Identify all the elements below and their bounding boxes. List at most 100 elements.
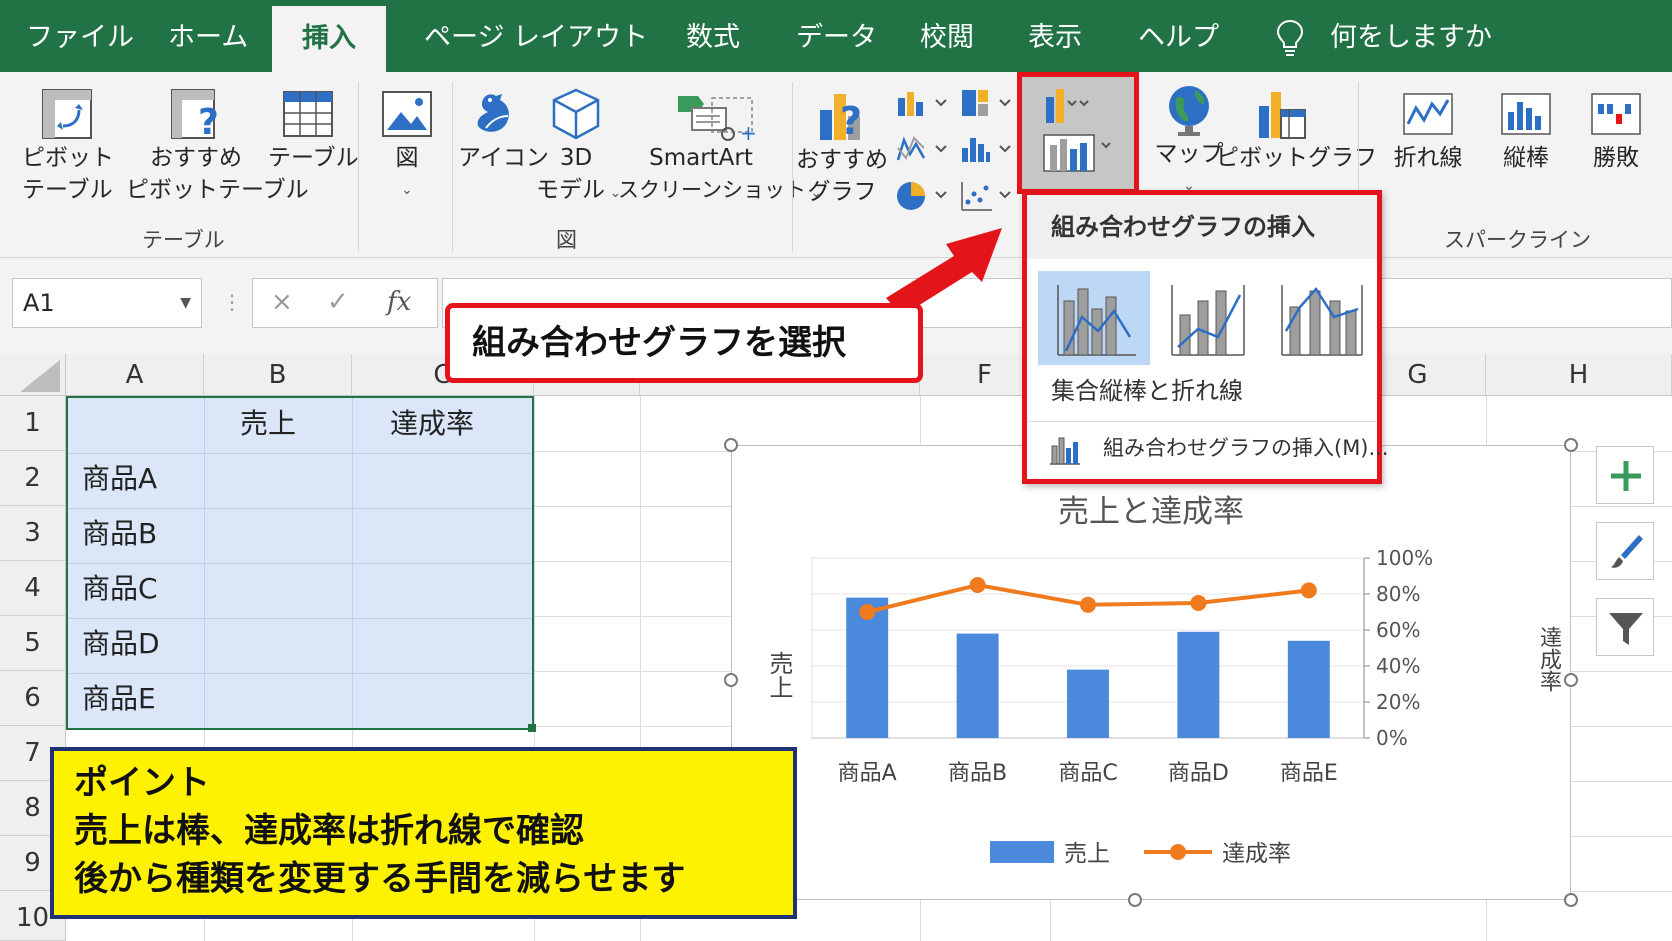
table-label: テーブル	[268, 145, 359, 171]
table-button[interactable]: テーブル	[268, 86, 359, 174]
combo-chart-icon	[1043, 89, 1111, 172]
name-box-dropdown-icon[interactable]: ▼	[180, 279, 191, 327]
screenshot-button[interactable]: スクリーンショット ⌄	[618, 174, 822, 209]
combo-option-clustered-column-line[interactable]	[1038, 271, 1150, 365]
pivot-table-label-1: ピボット	[22, 145, 114, 171]
hierarchy-chart-icon[interactable]	[960, 88, 1016, 118]
sparkline-winloss-button[interactable]: 勝敗	[1574, 86, 1658, 174]
combo-stacked-area-column-icon	[1281, 285, 1363, 356]
formula-buttons: × ✓ fx	[252, 278, 438, 328]
combo-chart[interactable]: 商品A 商品B 商品C 商品D 商品E 0% 20% 40% 60% 80% 100% 売上と達成…	[731, 445, 1571, 900]
cell-a5[interactable]: 商品D	[82, 616, 160, 671]
combo-chart-button[interactable]	[1017, 72, 1139, 194]
resize-handle[interactable]	[724, 673, 738, 687]
column-header-a[interactable]: A	[66, 354, 204, 396]
cell-a2[interactable]: 商品A	[82, 451, 157, 506]
row-header-3[interactable]: 3	[0, 506, 66, 561]
cell-a3[interactable]: 商品B	[82, 506, 157, 561]
enter-icon[interactable]: ✓	[327, 287, 349, 317]
pivot-table-button[interactable]: ピボット テーブル	[22, 86, 114, 206]
tab-view[interactable]: 表示	[1028, 0, 1082, 72]
tab-page-layout[interactable]: ページ レイアウト	[424, 0, 648, 72]
legend-label-rate[interactable]: 達成率	[1222, 834, 1291, 868]
3d-model-label-2: モデル ⌄	[536, 174, 621, 209]
line-chart-icon[interactable]	[896, 134, 952, 164]
tab-review[interactable]: 校閲	[920, 0, 974, 72]
select-all-corner[interactable]	[0, 354, 66, 396]
fill-handle[interactable]	[528, 724, 536, 732]
tab-file[interactable]: ファイル	[26, 0, 134, 72]
tab-home[interactable]: ホーム	[168, 0, 248, 72]
recommended-charts-label-2: グラフ	[807, 179, 877, 205]
cell-a4[interactable]: 商品C	[82, 561, 158, 616]
ribbon-separator	[452, 82, 453, 252]
resize-handle[interactable]	[1564, 438, 1578, 452]
chart-y-axis-title[interactable]: 売上	[762, 651, 797, 699]
chart-title[interactable]: 売上と達成率	[732, 486, 1570, 531]
row-header-5[interactable]: 5	[0, 616, 66, 671]
resize-handle[interactable]	[1564, 893, 1578, 907]
recommended-pivot-button[interactable]: ? おすすめ ピボットテーブル	[126, 86, 309, 206]
chart-y2-tick-label: 100%	[1376, 546, 1433, 570]
row-header-4[interactable]: 4	[0, 561, 66, 616]
resize-handle[interactable]	[1564, 673, 1578, 687]
chart-y2-tick-label: 40%	[1376, 654, 1420, 678]
more-combo-charts-item[interactable]: 組み合わせグラフの挿入(M)...	[1027, 421, 1389, 479]
cell-b1[interactable]: 売上	[240, 396, 296, 451]
chart-y2-axis-title[interactable]: 達成率	[1532, 626, 1564, 692]
cancel-icon[interactable]: ×	[271, 287, 293, 317]
sparkline-column-button[interactable]: 縦棒	[1484, 86, 1568, 174]
tab-help[interactable]: ヘルプ	[1138, 0, 1219, 72]
sparkline-line-label: 折れ線	[1393, 145, 1463, 171]
tab-formulas[interactable]: 数式	[686, 0, 740, 72]
recommended-pivot-icon: ?	[171, 89, 219, 142]
callout-point-line-2: 後から種類を変更する手間を減らせます	[74, 859, 686, 899]
legend-label-sales[interactable]: 売上	[1064, 834, 1110, 868]
column-chart-icon[interactable]	[896, 88, 952, 118]
chart-filters-button[interactable]	[1596, 598, 1654, 656]
3d-model-button[interactable]: 3D モデル ⌄	[536, 86, 621, 209]
chart-point	[1300, 582, 1317, 599]
pie-chart-icon[interactable]	[896, 180, 952, 212]
chart-bar	[956, 633, 999, 738]
chart-bar	[1177, 631, 1220, 738]
red-arrow-icon	[886, 228, 1002, 316]
callout-point-line-1: 売上は棒、達成率は折れ線で確認	[74, 811, 584, 851]
combo-chart-small-icon	[1050, 437, 1080, 465]
tell-me-search[interactable]: 何をしますか	[1330, 0, 1492, 72]
combo-option-clustered-column-line-secondary[interactable]	[1152, 271, 1264, 365]
resize-handle[interactable]	[724, 438, 738, 452]
sparkline-winloss-label: 勝敗	[1593, 145, 1639, 171]
group-label-table: テーブル	[142, 228, 225, 252]
ribbon-separator	[792, 82, 793, 252]
name-box[interactable]: A1 ▼	[12, 278, 202, 328]
resize-handle[interactable]	[1128, 893, 1142, 907]
combo-option-stacked-area-column[interactable]	[1266, 271, 1378, 365]
combo-clustered-column-line-icon	[1057, 285, 1136, 356]
scatter-chart-icon[interactable]	[960, 180, 1016, 212]
column-header-h[interactable]: H	[1486, 354, 1672, 396]
pivot-chart-button[interactable]: ピボットグラフ	[1216, 86, 1377, 174]
chart-styles-button[interactable]	[1596, 522, 1654, 580]
cell-a6[interactable]: 商品E	[82, 671, 156, 726]
chart-elements-button[interactable]	[1596, 446, 1654, 504]
sparkline-line-button[interactable]: 折れ線	[1384, 86, 1472, 174]
column-header-b[interactable]: B	[204, 354, 352, 396]
row-header-1[interactable]: 1	[0, 396, 66, 451]
more-combo-charts-label: 組み合わせグラフの挿入(M)...	[1103, 436, 1389, 460]
plus-icon	[1611, 461, 1641, 491]
chart-bar	[1067, 669, 1109, 738]
row-header-6[interactable]: 6	[0, 671, 66, 726]
insert-function-icon[interactable]: fx	[387, 287, 411, 317]
chart-y2-tick-label: 0%	[1376, 726, 1408, 750]
recommended-charts-button[interactable]: ? おすすめ グラフ	[796, 86, 888, 208]
icons-button[interactable]: アイコン	[458, 86, 549, 174]
image-button[interactable]: 図 ⌄	[374, 86, 440, 206]
svg-text:+: +	[740, 121, 757, 145]
row-header-2[interactable]: 2	[0, 451, 66, 506]
tab-data[interactable]: データ	[796, 0, 877, 72]
statistic-chart-icon[interactable]	[960, 134, 1016, 164]
chart-y2-tick-label: 60%	[1376, 618, 1420, 642]
cell-c1[interactable]: 達成率	[390, 396, 474, 451]
tab-insert[interactable]: 挿入	[272, 6, 386, 72]
